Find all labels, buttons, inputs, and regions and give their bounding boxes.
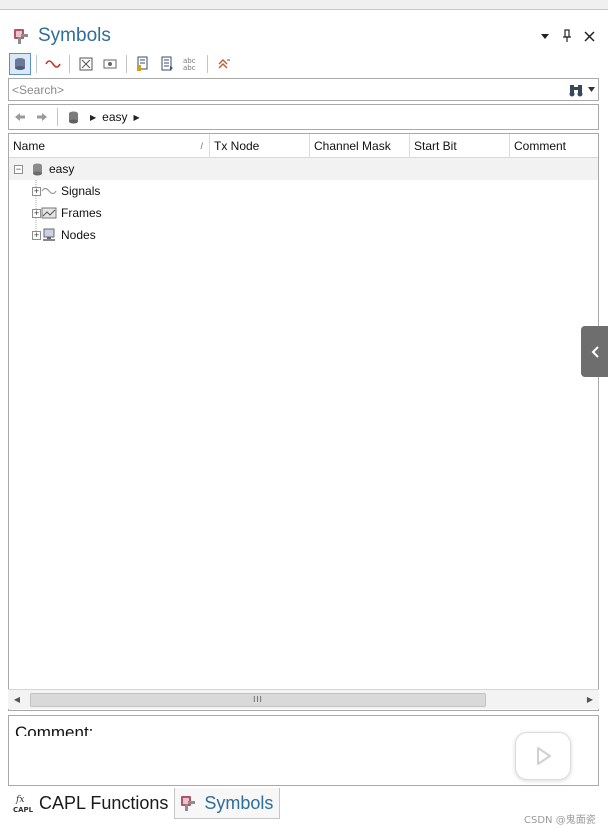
- panel-controls: [538, 29, 596, 43]
- breadcrumb-item-easy[interactable]: easy: [102, 110, 127, 124]
- tab-label: Symbols: [204, 792, 274, 813]
- document-icon: [161, 56, 173, 71]
- tree-row-signals[interactable]: + Signals: [9, 180, 598, 202]
- tree-label: Signals: [61, 184, 101, 198]
- expand-all-icon: [79, 57, 93, 71]
- column-header-channel-mask[interactable]: Channel Mask: [310, 134, 410, 158]
- column-label: Comment: [514, 139, 567, 153]
- symbols-icon: [12, 26, 32, 46]
- signal-view-button[interactable]: [42, 53, 64, 75]
- tab-symbols[interactable]: Symbols: [174, 788, 281, 819]
- sort-indicator-icon: /: [200, 141, 203, 151]
- tree-row-nodes[interactable]: + Nodes: [9, 224, 598, 246]
- signal-wave-icon: [41, 183, 57, 199]
- column-header-tx-node[interactable]: Tx Node: [210, 134, 310, 158]
- expand-toggle-icon[interactable]: +: [32, 230, 41, 240]
- chevron-down-icon: [587, 87, 595, 92]
- video-play-button[interactable]: [515, 732, 571, 780]
- bottom-tab-strip: fx CAPL CAPL Functions Symbols: [8, 788, 600, 819]
- column-label: Start Bit: [414, 139, 457, 153]
- collapse-toggle-icon[interactable]: −: [14, 164, 23, 174]
- back-button[interactable]: [9, 106, 31, 128]
- column-label: Tx Node: [214, 139, 260, 153]
- expand-toggle-icon[interactable]: +: [32, 186, 41, 196]
- breadcrumb-arrow-icon[interactable]: ▶: [90, 113, 96, 122]
- symbol-tree: − easy + Signals + Frames + Nodes: [9, 158, 598, 246]
- expand-all-button[interactable]: [75, 53, 97, 75]
- document-button[interactable]: [156, 53, 178, 75]
- tree-label: Frames: [61, 206, 102, 220]
- collapse-all-button[interactable]: [99, 53, 121, 75]
- comment-panel: Comment:: [8, 715, 599, 786]
- chevron-left-icon: [591, 345, 599, 358]
- pin-icon[interactable]: [560, 29, 574, 43]
- binoculars-icon: [569, 84, 582, 96]
- nav-separator: [57, 108, 58, 126]
- svg-text:CAPL: CAPL: [13, 806, 34, 814]
- toolbar-separator: [126, 55, 127, 73]
- collapse-all-icon: [103, 59, 117, 69]
- tree-label: Nodes: [61, 228, 96, 242]
- search-button[interactable]: [564, 79, 598, 100]
- window-top-strip: [0, 0, 608, 10]
- database-icon: [68, 111, 78, 123]
- search-box: [8, 78, 599, 101]
- tab-label: CAPL Functions: [39, 793, 169, 813]
- play-icon: [537, 747, 551, 765]
- scrollbar-track[interactable]: III: [26, 691, 581, 709]
- breadcrumb-root[interactable]: [62, 106, 84, 128]
- column-label: Channel Mask: [314, 139, 391, 153]
- grid-header: Name / Tx Node Channel Mask Start Bit Co…: [9, 134, 598, 158]
- scroll-right-icon[interactable]: ▶: [581, 691, 599, 709]
- toolbar-separator: [207, 55, 208, 73]
- database-icon: [15, 58, 25, 70]
- svg-text:fx: fx: [15, 795, 24, 805]
- breadcrumb-arrow-icon[interactable]: ▶: [134, 113, 140, 122]
- symbols-grid: Name / Tx Node Channel Mask Start Bit Co…: [8, 133, 599, 711]
- search-input[interactable]: [9, 79, 564, 100]
- column-header-start-bit[interactable]: Start Bit: [410, 134, 510, 158]
- tab-capl-functions[interactable]: fx CAPL CAPL Functions: [8, 788, 174, 819]
- column-header-comment[interactable]: Comment: [510, 134, 598, 158]
- side-panel-toggle[interactable]: [581, 326, 608, 377]
- column-header-name[interactable]: Name /: [9, 134, 210, 158]
- comment-label: Comment:: [15, 723, 94, 736]
- scrollbar-thumb[interactable]: III: [30, 692, 486, 707]
- copy-button[interactable]: [132, 53, 154, 75]
- database-view-button[interactable]: [9, 53, 31, 75]
- watermark: CSDN @鬼面瓷: [524, 815, 596, 826]
- svg-text:abc: abc: [183, 64, 196, 72]
- tree-label: easy: [49, 162, 75, 176]
- symbols-icon: [181, 796, 196, 811]
- node-computer-icon: [41, 227, 57, 243]
- toolbar-separator: [69, 55, 70, 73]
- toolbar-separator: [36, 55, 37, 73]
- panel-title: Symbols: [38, 25, 111, 46]
- move-up-button[interactable]: [213, 53, 235, 75]
- copy-icon: [137, 56, 148, 71]
- forward-button[interactable]: [31, 106, 53, 128]
- naming-button[interactable]: abc abc: [180, 53, 202, 75]
- horizontal-scrollbar[interactable]: ◀ III ▶: [8, 689, 599, 709]
- expand-toggle-icon[interactable]: +: [32, 208, 41, 218]
- tree-row-easy[interactable]: − easy: [9, 158, 598, 180]
- tree-row-frames[interactable]: + Frames: [9, 202, 598, 224]
- column-label: Name: [13, 139, 46, 153]
- scroll-left-icon[interactable]: ◀: [8, 691, 26, 709]
- signal-wave-icon: [45, 60, 61, 68]
- close-icon[interactable]: [582, 29, 596, 43]
- symbols-toolbar: abc abc: [8, 52, 600, 76]
- abc-naming-icon: abcabc: [183, 57, 196, 72]
- scrollbar-grip: III: [253, 695, 263, 704]
- breadcrumb-bar: ▶ easy ▶: [8, 104, 599, 130]
- database-icon: [29, 161, 45, 177]
- capl-fx-icon: fxCAPL: [13, 795, 34, 814]
- back-arrow-icon: [15, 113, 25, 121]
- dropdown-arrow-icon[interactable]: [538, 29, 552, 43]
- forward-arrow-icon: [37, 113, 47, 121]
- up-chevron-icon: [218, 59, 230, 69]
- panel-title-bar: Symbols: [8, 20, 600, 52]
- frame-icon: [41, 205, 57, 221]
